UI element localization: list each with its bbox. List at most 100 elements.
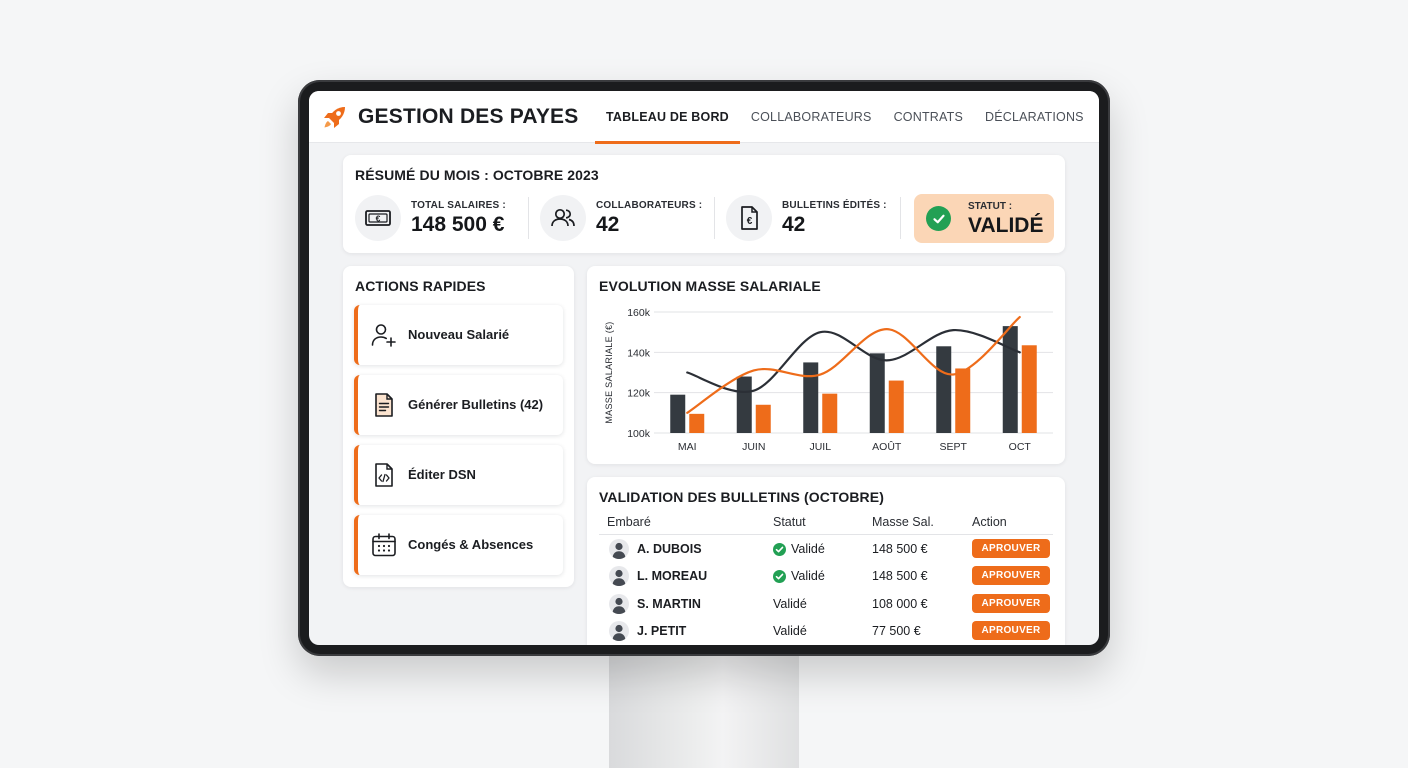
- kpi-value: 42: [782, 213, 806, 236]
- employee-name: J. PETIT: [637, 624, 687, 638]
- users-icon: [540, 195, 586, 241]
- chart-bar: [689, 413, 705, 433]
- approve-button[interactable]: APROUVER: [972, 594, 1050, 613]
- kpi-label: BULLETINS ÉDITÉS :: [782, 200, 887, 211]
- code-file-icon: [375, 463, 393, 487]
- edit-dsn-button[interactable]: Éditer DSN: [354, 445, 563, 505]
- generate-payslips-button[interactable]: Générer Bulletins (42): [354, 375, 563, 435]
- tab-declarations[interactable]: DÉCLARATIONS: [974, 91, 1095, 143]
- chart-bar: [888, 380, 904, 433]
- kpi-divider: [900, 197, 901, 239]
- kpi-label: COLLABORATEURS :: [596, 200, 703, 211]
- approve-button[interactable]: APROUVER: [972, 539, 1050, 558]
- chart-bar: [755, 404, 771, 433]
- y-axis-label: MASSE SALARIALE (€): [604, 321, 614, 423]
- x-tick-label: JUIN: [742, 441, 765, 453]
- status-text: Validé: [773, 597, 807, 611]
- payslip-validation-card: VALIDATION DES BULLETINS (OCTOBRE) Embar…: [587, 477, 1065, 645]
- new-employee-button[interactable]: Nouveau Salarié: [354, 305, 563, 365]
- status-badge: STATUT : VALIDÉ: [914, 194, 1054, 243]
- payroll-evolution-chart: 100k 120k 140k 160k MASSE SALARIALE (€) MAI JU…: [604, 307, 1053, 453]
- tab-contrats[interactable]: CONTRATS: [883, 91, 974, 143]
- kpi-divider: [714, 197, 715, 239]
- avatar: [609, 594, 629, 614]
- chart-bar: [670, 394, 686, 433]
- svg-text:€: €: [747, 216, 753, 227]
- tab-tableau-de-bord[interactable]: TABLEAU DE BORD: [595, 91, 740, 144]
- leave-absences-button[interactable]: Congés & Absences: [354, 515, 563, 575]
- kpi-label: TOTAL SALAIRES :: [411, 200, 506, 211]
- quick-actions-title: ACTIONS RAPIDES: [355, 278, 486, 294]
- column-header-employee: Embaré: [607, 515, 651, 529]
- column-header-status: Statut: [773, 515, 806, 529]
- table-row: S. MARTIN Validé 108 000 € APROUVER: [587, 591, 1065, 618]
- chart-bar: [955, 368, 971, 433]
- monthly-summary-card: RÉSUMÉ DU MOIS : OCTOBRE 2023 € TOTAL SA…: [343, 155, 1065, 253]
- status-text: Validé: [773, 624, 807, 638]
- table-row: L. MOREAU Validé 148 500 € APROUVER: [587, 563, 1065, 590]
- x-tick-label: JUIL: [809, 441, 831, 453]
- status-text: Validé: [791, 569, 825, 583]
- quick-actions-card: ACTIONS RAPIDES Nouveau Salarié Générer …: [343, 266, 574, 587]
- document-icon: [375, 393, 393, 417]
- avatar: [609, 621, 629, 641]
- action-label: Éditer DSN: [408, 467, 476, 482]
- salary-amount: 148 500 €: [872, 569, 928, 583]
- banknote-icon: €: [355, 195, 401, 241]
- avatar: [609, 539, 629, 559]
- y-tick-label: 160k: [627, 307, 651, 319]
- calendar-icon: [372, 533, 396, 557]
- y-tick-label: 140k: [627, 347, 651, 359]
- app-screen: GESTION DES PAYES TABLEAU DE BORD COLLAB…: [309, 91, 1099, 645]
- x-tick-label: SEPT: [940, 441, 968, 453]
- svg-text:€: €: [376, 214, 381, 224]
- status-cell: Validé: [773, 569, 825, 583]
- status-value: VALIDÉ: [968, 214, 1044, 237]
- payslip-icon: €: [726, 195, 772, 241]
- chart-bar: [869, 353, 885, 433]
- kpi-value: 148 500 €: [411, 213, 505, 236]
- header-divider: [599, 534, 1053, 535]
- approve-button[interactable]: APROUVER: [972, 621, 1050, 640]
- employee-name: S. MARTIN: [637, 597, 701, 611]
- payroll-evolution-chart-card: EVOLUTION MASSE SALARIALE 100k 120k 140k 16…: [587, 266, 1065, 464]
- x-tick-label: OCT: [1009, 441, 1032, 453]
- salary-amount: 108 000 €: [872, 597, 928, 611]
- employee-name: L. MOREAU: [637, 569, 708, 583]
- avatar: [609, 566, 629, 586]
- status-cell: Validé: [773, 624, 807, 638]
- salary-amount: 77 500 €: [872, 624, 921, 638]
- y-tick-label: 120k: [627, 388, 651, 400]
- table-row: J. PETIT Validé 77 500 € APROUVER: [587, 618, 1065, 645]
- main-nav: TABLEAU DE BORD COLLABORATEURS CONTRATS …: [595, 91, 1095, 144]
- rocket-icon: [324, 107, 345, 128]
- action-label: Générer Bulletins (42): [408, 397, 544, 412]
- status-label: STATUT :: [968, 201, 1013, 212]
- approve-button[interactable]: APROUVER: [972, 566, 1050, 585]
- salary-amount: 148 500 €: [872, 542, 928, 556]
- monitor-stand: [609, 648, 799, 768]
- status-text: Validé: [791, 542, 825, 556]
- chart-bar: [822, 393, 838, 433]
- check-circle-icon: [773, 569, 786, 583]
- status-cell: Validé: [773, 542, 825, 556]
- user-plus-icon: [371, 324, 396, 347]
- employee-name: A. DUBOIS: [637, 542, 702, 556]
- check-circle-icon: [773, 542, 786, 556]
- tab-collaborateurs[interactable]: COLLABORATEURS: [740, 91, 883, 143]
- x-tick-label: AOÛT: [872, 440, 902, 453]
- column-header-action: Action: [972, 515, 1007, 529]
- kpi-divider: [528, 197, 529, 239]
- action-label: Congés & Absences: [408, 537, 534, 552]
- chart-bar: [803, 362, 819, 433]
- status-cell: Validé: [773, 597, 807, 611]
- chart-bar: [1021, 345, 1037, 433]
- chart-bar: [936, 346, 952, 433]
- x-tick-label: MAI: [678, 441, 697, 453]
- monitor-frame: GESTION DES PAYES TABLEAU DE BORD COLLAB…: [298, 80, 1110, 656]
- chart-bar: [736, 376, 752, 433]
- action-label: Nouveau Salarié: [408, 327, 510, 342]
- kpi-value: 42: [596, 213, 620, 236]
- app-title: GESTION DES PAYES: [358, 105, 579, 128]
- chart-bar: [1002, 326, 1018, 433]
